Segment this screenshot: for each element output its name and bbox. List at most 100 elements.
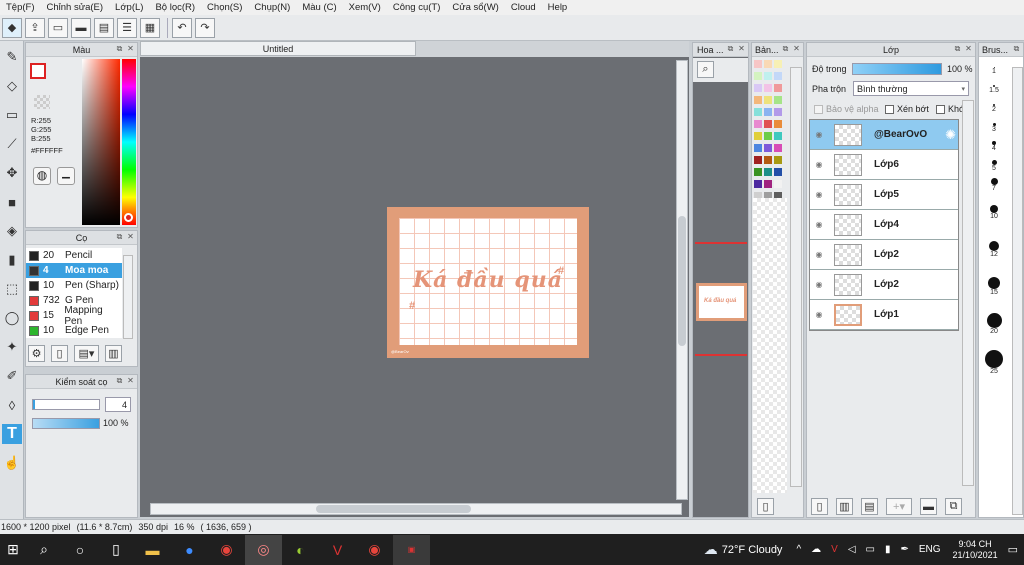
primary-color-swatch[interactable] (30, 63, 46, 79)
blend-mode-select[interactable]: Bình thường ▾ (853, 81, 969, 96)
medibang-icon[interactable]: ▣ (393, 534, 430, 565)
menu-item[interactable]: Cloud (505, 2, 542, 13)
brush-size-option[interactable]: 10 (979, 194, 1009, 231)
visibility-eye-icon[interactable]: ◉ (810, 310, 828, 319)
layer-row[interactable]: ◉ Lớp6 (810, 150, 958, 180)
layer-row[interactable]: ◉ Lớp2 (810, 270, 958, 300)
undo-icon[interactable]: ↶ (172, 17, 192, 38)
battery-icon[interactable]: ▮ (885, 544, 891, 555)
notifications-icon[interactable]: ▭ (1008, 543, 1018, 556)
add-swatch-icon[interactable]: ▯ (757, 498, 774, 515)
brush-size-option[interactable]: 7 (979, 175, 1009, 194)
menu-item[interactable]: Lớp(L) (109, 2, 149, 13)
layer-settings-gear-icon[interactable]: ✺ (945, 127, 956, 143)
color-swatch[interactable] (774, 120, 782, 128)
export-icon[interactable]: ⇪ (25, 17, 45, 38)
palette-icon[interactable]: ◍ (33, 167, 51, 185)
new-vector-layer-icon[interactable]: ▥ (836, 498, 853, 515)
color-swatch[interactable] (764, 84, 772, 92)
swatch-scrollbar[interactable] (790, 67, 802, 487)
brush-size-option[interactable]: 15 (979, 268, 1009, 305)
color-swatch[interactable] (764, 72, 772, 80)
color-swatch[interactable] (774, 168, 782, 176)
brush-size-option[interactable]: 4 (979, 137, 1009, 156)
color-swatch[interactable] (754, 144, 762, 152)
undock-icon[interactable]: ⧉ (726, 44, 735, 53)
menu-item[interactable]: Chọn(S) (201, 2, 248, 13)
new-brush-icon[interactable]: ▯ (51, 345, 68, 362)
brush-menu-icon[interactable]: ▤▾ (74, 345, 99, 362)
visibility-eye-icon[interactable]: ◉ (810, 160, 828, 169)
layer-row[interactable]: ◉ Lớp2 (810, 240, 958, 270)
brush-item[interactable]: 10 Edge Pen (26, 323, 122, 338)
lock-checkbox[interactable] (936, 104, 945, 114)
volume-icon[interactable]: ◁ (848, 544, 856, 555)
task-view-icon[interactable]: ▯ (98, 535, 134, 565)
bucket-tool-icon[interactable]: ◈ (2, 221, 22, 241)
color-swatch[interactable] (764, 60, 772, 68)
line-tool-icon[interactable]: ⟋ (2, 134, 22, 154)
zoom-app-icon[interactable]: ● (171, 535, 208, 565)
hand-tool-icon[interactable]: ☝ (2, 453, 22, 473)
color-swatch[interactable] (754, 60, 762, 68)
brush-tool-icon[interactable]: ✎ (2, 47, 22, 67)
close-icon[interactable]: ✕ (792, 44, 801, 53)
color-swatch[interactable] (764, 120, 772, 128)
layer-row[interactable]: ◉ Lớp1 (810, 300, 958, 330)
magic-wand-tool-icon[interactable]: ✦ (2, 337, 22, 357)
color-swatch[interactable] (754, 72, 762, 80)
folder-icon[interactable]: ▬ (920, 498, 937, 515)
vivaldi-tray-icon[interactable]: V (831, 544, 838, 555)
color-swatch[interactable] (774, 156, 782, 164)
brush-item[interactable]: 15 Mapping Pen (26, 305, 122, 327)
brush-size-option[interactable]: 12 (979, 231, 1009, 268)
layer-row[interactable]: ◉ Lớp4 (810, 210, 958, 240)
clipping-option[interactable]: Xén bớt (885, 104, 929, 114)
color-swatch[interactable] (754, 168, 762, 176)
text-tool-icon[interactable]: T (2, 424, 22, 444)
brush-list-scrollbar[interactable] (123, 255, 133, 339)
brush-size-scrollbar[interactable] (1012, 67, 1023, 515)
visibility-eye-icon[interactable]: ◉ (810, 130, 828, 139)
menu-item[interactable]: Cửa sổ(W) (446, 2, 504, 13)
messenger-app-icon[interactable]: ◎ (245, 534, 282, 565)
close-icon[interactable]: ✕ (126, 376, 135, 385)
move-tool-icon[interactable]: ✥ (2, 163, 22, 183)
transparent-swatch[interactable] (34, 95, 50, 109)
brush-size-option[interactable]: 25 (979, 343, 1009, 381)
color-swatch[interactable] (774, 132, 782, 140)
save-icon[interactable]: ◆ (2, 17, 22, 38)
chevron-up-icon[interactable]: ^ (796, 544, 801, 555)
color-swatch[interactable] (774, 144, 782, 152)
rectangle-tool-icon[interactable]: ▭ (2, 105, 22, 125)
network-icon[interactable]: ▭ (866, 544, 875, 555)
canvas-vertical-scrollbar[interactable] (676, 60, 688, 500)
color-swatch[interactable] (754, 96, 762, 104)
color-swatch[interactable] (764, 96, 772, 104)
layer-scrollbar[interactable] (962, 100, 974, 486)
grid-icon[interactable]: ▦ (140, 17, 160, 38)
menu-item[interactable]: Chụp(N) (248, 2, 296, 13)
saturation-brightness-picker[interactable] (82, 59, 120, 225)
brush-size-option[interactable]: 1 (979, 61, 1009, 80)
color-swatch[interactable] (774, 84, 782, 92)
close-icon[interactable]: ✕ (737, 44, 746, 53)
brush-size-option[interactable]: 20 (979, 305, 1009, 343)
cloud-sync-icon[interactable]: ☁ (811, 544, 821, 555)
menu-item[interactable]: Bộ lọc(R) (149, 2, 201, 13)
color-swatch[interactable] (764, 156, 772, 164)
brush-item[interactable]: 4 Moa moa (26, 263, 122, 278)
color-swatch[interactable] (754, 120, 762, 128)
layer-add-menu-icon[interactable]: +▾ (886, 498, 912, 515)
protect-alpha-checkbox[interactable] (814, 104, 823, 114)
select-eraser-tool-icon[interactable]: ◊ (2, 395, 22, 415)
chrome-profile-icon[interactable]: ◉ (356, 535, 393, 565)
delete-brush-icon[interactable]: ▥ (105, 345, 122, 362)
color-swatch[interactable] (764, 144, 772, 152)
color-swatch[interactable] (754, 156, 762, 164)
lasso-tool-icon[interactable]: ◯ (2, 308, 22, 328)
menu-item[interactable]: Màu (C) (296, 2, 342, 13)
gradient-tool-icon[interactable]: ▮ (2, 250, 22, 270)
color-swatch[interactable] (754, 132, 762, 140)
protect-alpha-option[interactable]: Bảo vệ alpha (814, 104, 879, 114)
